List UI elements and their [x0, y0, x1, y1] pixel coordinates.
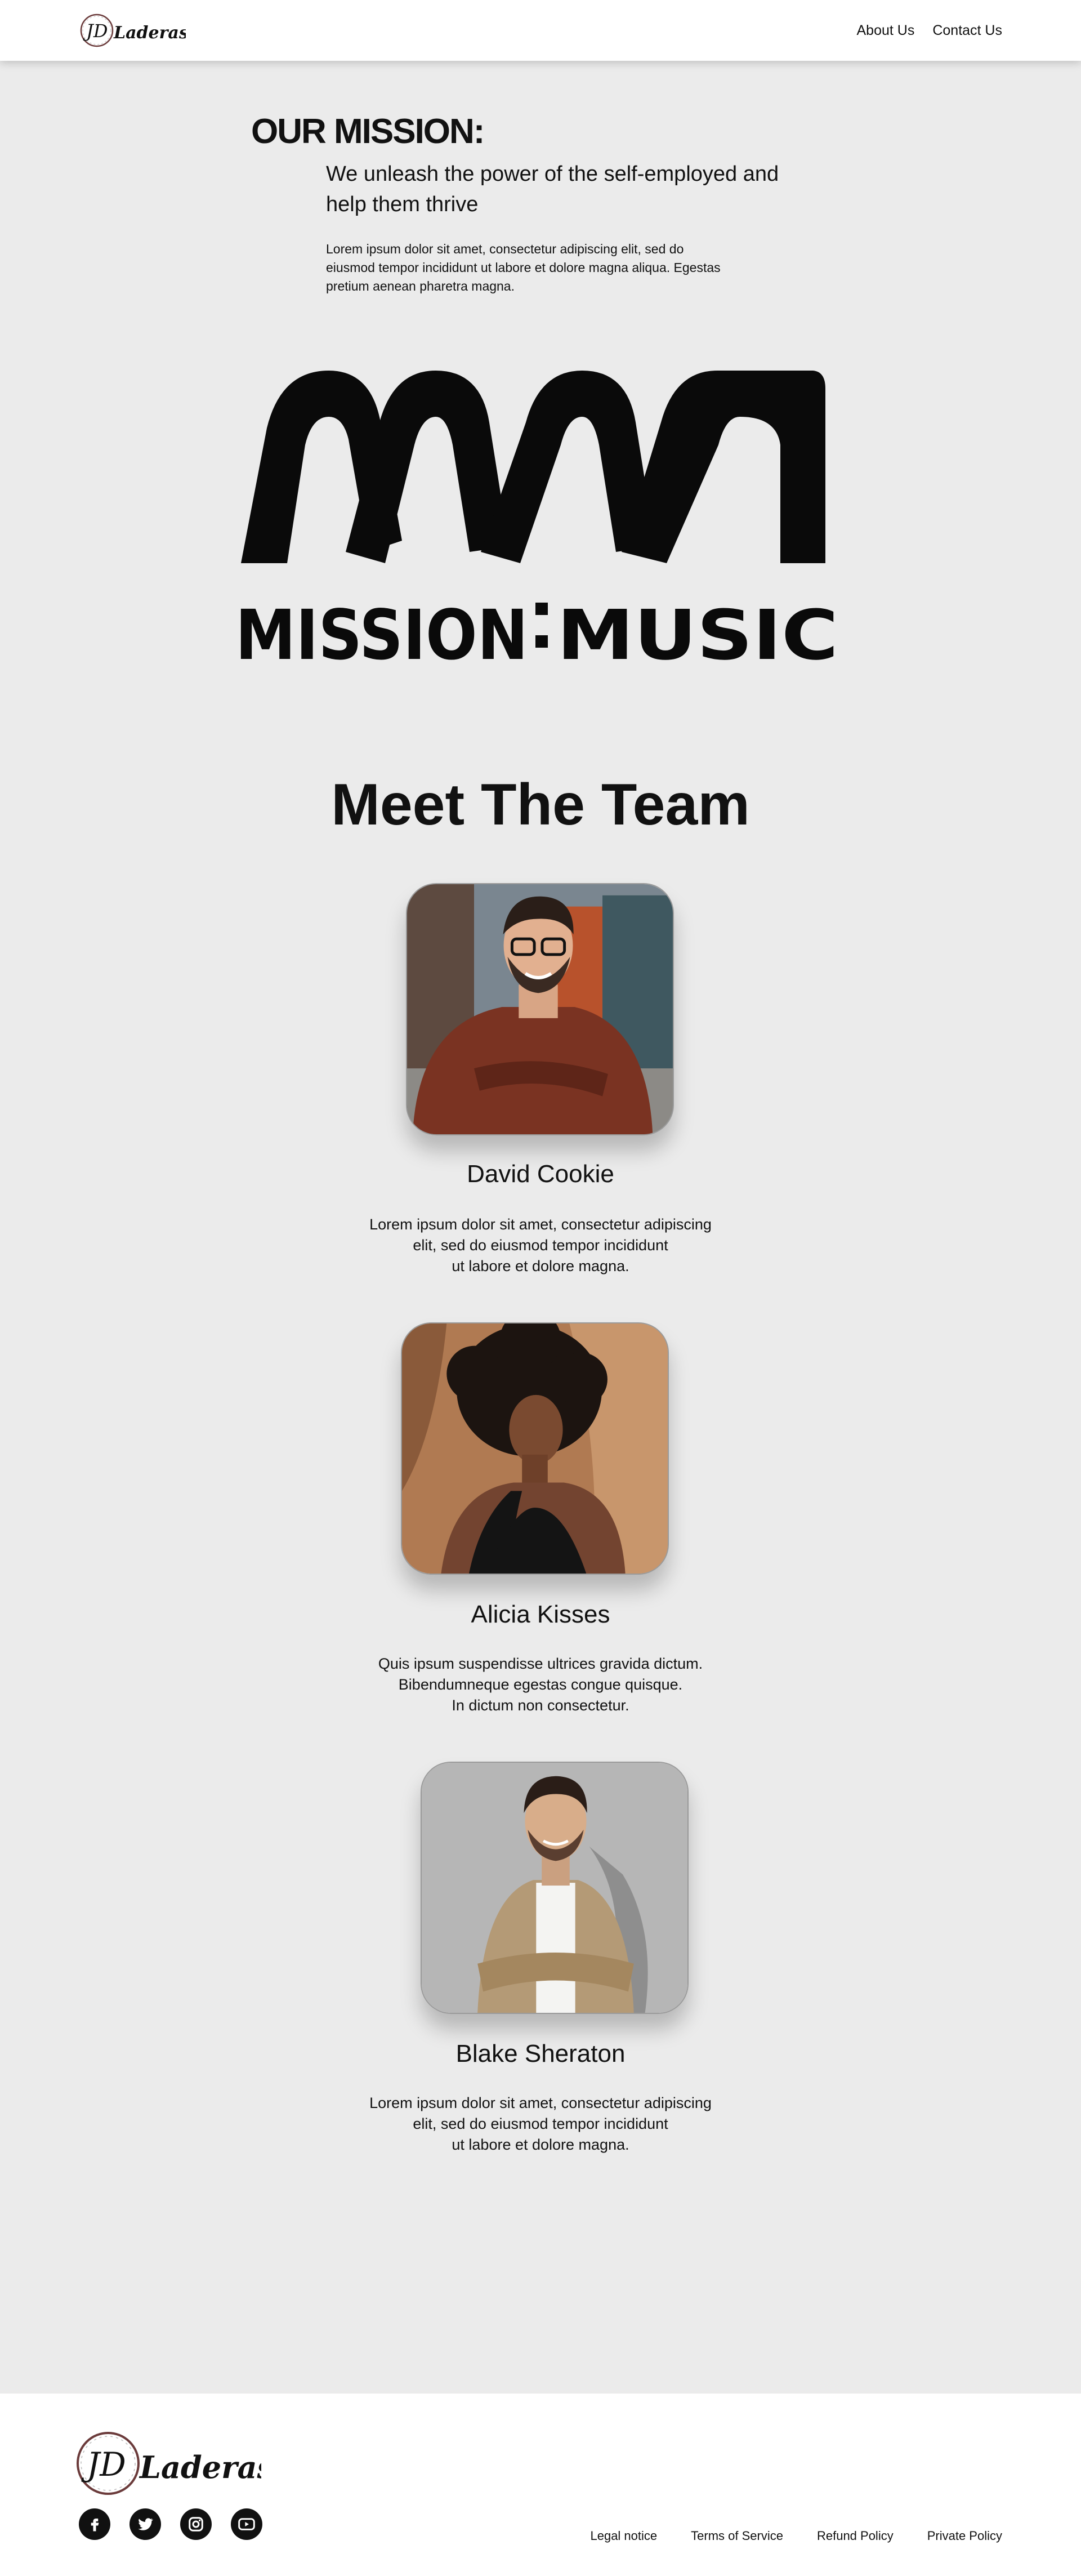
- jd-laderas-logo: JD Laderas: [77, 2432, 274, 2495]
- mission-heading: OUR MISSION:: [251, 112, 485, 151]
- site-logo[interactable]: JD Laderas: [79, 11, 186, 50]
- team-member-photo: [406, 883, 674, 1135]
- twitter-icon[interactable]: [129, 2508, 161, 2540]
- jd-laderas-logo: JD Laderas: [80, 14, 186, 47]
- footer-link-refund-policy[interactable]: Refund Policy: [817, 2529, 894, 2543]
- footer-link-private-policy[interactable]: Private Policy: [927, 2529, 1002, 2543]
- site-footer: JD Laderas Legal notice Terms of Service…: [0, 2394, 1081, 2576]
- svg-text:Laderas: Laderas: [113, 23, 186, 43]
- youtube-icon[interactable]: [231, 2508, 262, 2540]
- member-name: Alicia Kisses: [471, 1601, 610, 1628]
- footer-link-terms-of-service[interactable]: Terms of Service: [691, 2529, 783, 2543]
- svg-text:MUSIC: MUSIC: [557, 595, 838, 665]
- facebook-icon[interactable]: [79, 2508, 110, 2540]
- footer-link-legal-notice[interactable]: Legal notice: [590, 2529, 657, 2543]
- site-header: JD Laderas About Us Contact Us: [0, 0, 1081, 61]
- member-bio: Lorem ipsum dolor sit amet, consectetur …: [369, 2094, 712, 2153]
- nav-about-us[interactable]: About Us: [856, 23, 914, 39]
- svg-text:Laderas: Laderas: [139, 2449, 261, 2485]
- team-member-card: [401, 1322, 669, 1575]
- svg-text:MISSION: MISSION: [235, 595, 528, 665]
- member-name: Blake Sheraton: [455, 2040, 626, 2067]
- instagram-icon[interactable]: [180, 2508, 212, 2540]
- team-member-photo: [421, 1762, 689, 2014]
- mission-subheading: We unleash the power of the self-employe…: [326, 162, 779, 216]
- svg-text:JD: JD: [83, 20, 108, 42]
- member-name: David Cookie: [467, 1160, 614, 1188]
- member-bio: Quis ipsum suspendisse ultrices gravida …: [378, 1655, 703, 1714]
- member-bio: Lorem ipsum dolor sit amet, consectetur …: [369, 1216, 712, 1274]
- team-member-card: [406, 883, 674, 1135]
- team-member-card: [421, 1762, 689, 2014]
- mission-music-logo: MISSION MUSIC: [235, 371, 838, 665]
- man-glasses-portrait: [407, 884, 673, 1134]
- team-member-photo: [401, 1322, 669, 1575]
- nav-contact-us[interactable]: Contact Us: [932, 23, 1002, 39]
- svg-text:JD: JD: [81, 2445, 126, 2484]
- woman-curly-hair-portrait: [402, 1323, 668, 1574]
- mission-body: Lorem ipsum dolor sit amet, consectetur …: [326, 242, 721, 293]
- footer-links: Legal notice Terms of Service Refund Pol…: [590, 2529, 1002, 2543]
- man-beige-shirt-portrait: [422, 1763, 687, 2013]
- social-links: [79, 2508, 262, 2540]
- team-title: Meet The Team: [331, 772, 750, 837]
- main-nav: About Us Contact Us: [856, 23, 1002, 39]
- footer-logo[interactable]: JD Laderas: [75, 2430, 274, 2500]
